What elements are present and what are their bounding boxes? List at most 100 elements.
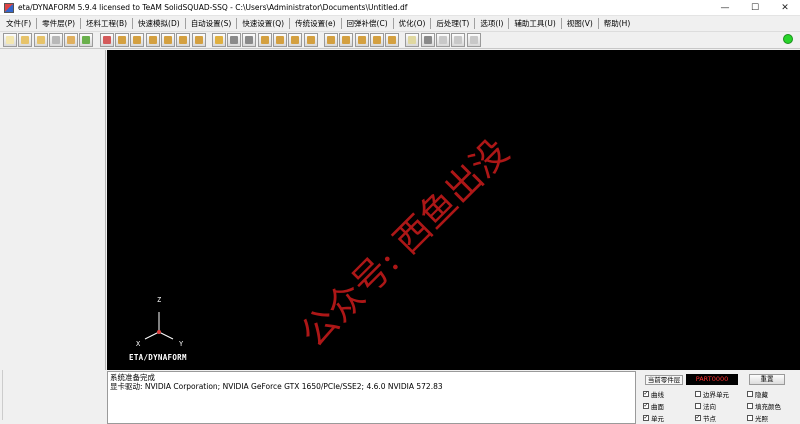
checkbox-lighting[interactable]: 光照	[747, 413, 768, 423]
toolbar-tool-icon	[6, 36, 14, 44]
checkbox-box[interactable]: ✓	[643, 391, 649, 397]
checkbox-nodes[interactable]: ✓ 节点	[695, 413, 716, 423]
toolbar-button-10[interactable]	[145, 33, 160, 47]
toolbar-button-3[interactable]	[33, 33, 48, 47]
minimize-button[interactable]: —	[710, 0, 740, 16]
toolbar-button-26[interactable]	[405, 33, 420, 47]
checkbox-normals[interactable]: 法向	[695, 401, 716, 411]
toolbar	[0, 31, 800, 49]
checkbox-fill-color[interactable]: 填充颜色	[747, 401, 781, 411]
toolbar-button-29[interactable]	[451, 33, 466, 47]
toolbar-button-4[interactable]	[48, 33, 63, 47]
toolbar-button-21[interactable]	[323, 33, 338, 47]
menu-separator	[236, 18, 238, 29]
toolbar-tool-icon	[230, 36, 239, 44]
menu-help[interactable]: 帮助(H)	[600, 17, 635, 31]
menu-blank-engineering[interactable]: 坯料工程(B)	[82, 17, 131, 31]
toolbar-button-24[interactable]	[369, 33, 384, 47]
toolbar-tool-icon	[133, 36, 142, 44]
toolbar-tool-icon	[148, 36, 157, 44]
toolbar-button-15[interactable]	[227, 33, 242, 47]
menu-view[interactable]: 视图(V)	[563, 17, 597, 31]
checkbox-hide[interactable]: 隐藏	[747, 389, 768, 399]
toolbar-button-2[interactable]	[18, 33, 33, 47]
y-axis-line	[158, 331, 174, 340]
toolbar-button-20[interactable]	[303, 33, 318, 47]
toolbar-tool-icon	[118, 36, 127, 44]
toolbar-button-19[interactable]	[288, 33, 303, 47]
checkbox-box[interactable]	[695, 391, 701, 397]
toolbar-button-8[interactable]	[115, 33, 130, 47]
menu-utilities[interactable]: 辅助工具(U)	[510, 17, 559, 31]
checkbox-box[interactable]	[747, 403, 753, 409]
toolbar-button-9[interactable]	[130, 33, 145, 47]
toolbar-tool-icon	[469, 36, 478, 44]
menu-file[interactable]: 文件(F)	[2, 17, 35, 31]
checkbox-box[interactable]	[747, 391, 753, 397]
menu-traditional-setup[interactable]: 传统设置(e)	[291, 17, 339, 31]
checkbox-box[interactable]: ✓	[695, 415, 701, 421]
toolbar-button-17[interactable]	[257, 33, 272, 47]
close-button[interactable]: ✕	[770, 0, 800, 16]
checkbox-label: 光照	[755, 415, 768, 423]
toolbar-button-1[interactable]	[3, 33, 17, 47]
toolbar-button-30[interactable]	[466, 33, 481, 47]
current-part-button[interactable]: 当前零件层	[645, 375, 683, 385]
title-bar: eta/DYNAFORM 5.9.4 licensed to TeAM Soli…	[0, 0, 800, 16]
menu-auto-setup[interactable]: 自动设置(S)	[187, 17, 236, 31]
menu-postprocess[interactable]: 后处理(T)	[432, 17, 473, 31]
window-controls: — ☐ ✕	[710, 0, 800, 16]
toolbar-tool-icon	[372, 36, 381, 44]
menu-springback[interactable]: 回弹补偿(C)	[343, 17, 392, 31]
toolbar-button-22[interactable]	[339, 33, 354, 47]
toolbar-tool-icon	[21, 36, 30, 44]
toolbar-button-5[interactable]	[64, 33, 79, 47]
toolbar-button-12[interactable]	[176, 33, 191, 47]
checkbox-surfaces[interactable]: ✓ 曲面	[643, 401, 664, 411]
triad-origin	[157, 330, 161, 334]
status-light-icon	[783, 34, 793, 44]
toolbar-tool-icon	[179, 36, 188, 44]
toolbar-tool-icon	[163, 36, 172, 44]
maximize-button[interactable]: ☐	[740, 0, 770, 16]
toolbar-button-14[interactable]	[211, 33, 226, 47]
checkbox-box[interactable]	[695, 403, 701, 409]
checkbox-box[interactable]: ✓	[643, 403, 649, 409]
toolbar-button-13[interactable]	[191, 33, 206, 47]
toolbar-tool-icon	[214, 36, 223, 44]
toolbar-tool-icon	[454, 36, 463, 44]
checkbox-box[interactable]	[747, 415, 753, 421]
message-line: 系统准备完成	[110, 373, 155, 382]
toolbar-button-27[interactable]	[420, 33, 435, 47]
application-window: eta/DYNAFORM 5.9.4 licensed to TeAM Soli…	[0, 0, 800, 424]
toolbar-tool-icon	[51, 36, 60, 44]
checkbox-curves[interactable]: ✓ 曲线	[643, 389, 664, 399]
display-control-panel: 当前零件层 PART0000 重置 ✓ 曲线 边界单元 隐藏 ✓ 曲面 法向 填…	[639, 371, 800, 424]
reset-button[interactable]: 重置	[749, 374, 785, 385]
menu-optimize[interactable]: 优化(O)	[395, 17, 430, 31]
checkbox-boundary-elements[interactable]: 边界单元	[695, 389, 729, 399]
menu-quick-setup[interactable]: 快速设置(Q)	[238, 17, 288, 31]
toolbar-button-16[interactable]	[242, 33, 257, 47]
toolbar-button-23[interactable]	[354, 33, 369, 47]
toolbar-button-7[interactable]	[99, 33, 114, 47]
toolbar-tool-icon	[67, 36, 76, 44]
menu-quick-simulation[interactable]: 快速模拟(D)	[134, 17, 184, 31]
graphics-viewport[interactable]: Z X Y ETA/DYNAFORM 公众号: 西鱼出没	[107, 50, 800, 370]
checkbox-box[interactable]: ✓	[643, 415, 649, 421]
toolbar-tool-icon	[36, 36, 45, 44]
toolbar-button-25[interactable]	[385, 33, 400, 47]
menu-part-layer[interactable]: 零件层(P)	[38, 17, 79, 31]
left-panel	[2, 50, 106, 370]
menu-separator	[132, 18, 134, 29]
z-axis-label: Z	[157, 296, 162, 304]
toolbar-button-11[interactable]	[160, 33, 175, 47]
checkbox-label: 曲线	[651, 391, 664, 399]
toolbar-button-6[interactable]	[79, 33, 94, 47]
checkbox-elements[interactable]: ✓ 单元	[643, 413, 664, 423]
toolbar-tool-icon	[194, 36, 203, 44]
toolbar-button-28[interactable]	[436, 33, 451, 47]
menu-options[interactable]: 选项(I)	[476, 17, 507, 31]
toolbar-tool-icon	[342, 36, 351, 44]
toolbar-button-18[interactable]	[273, 33, 288, 47]
